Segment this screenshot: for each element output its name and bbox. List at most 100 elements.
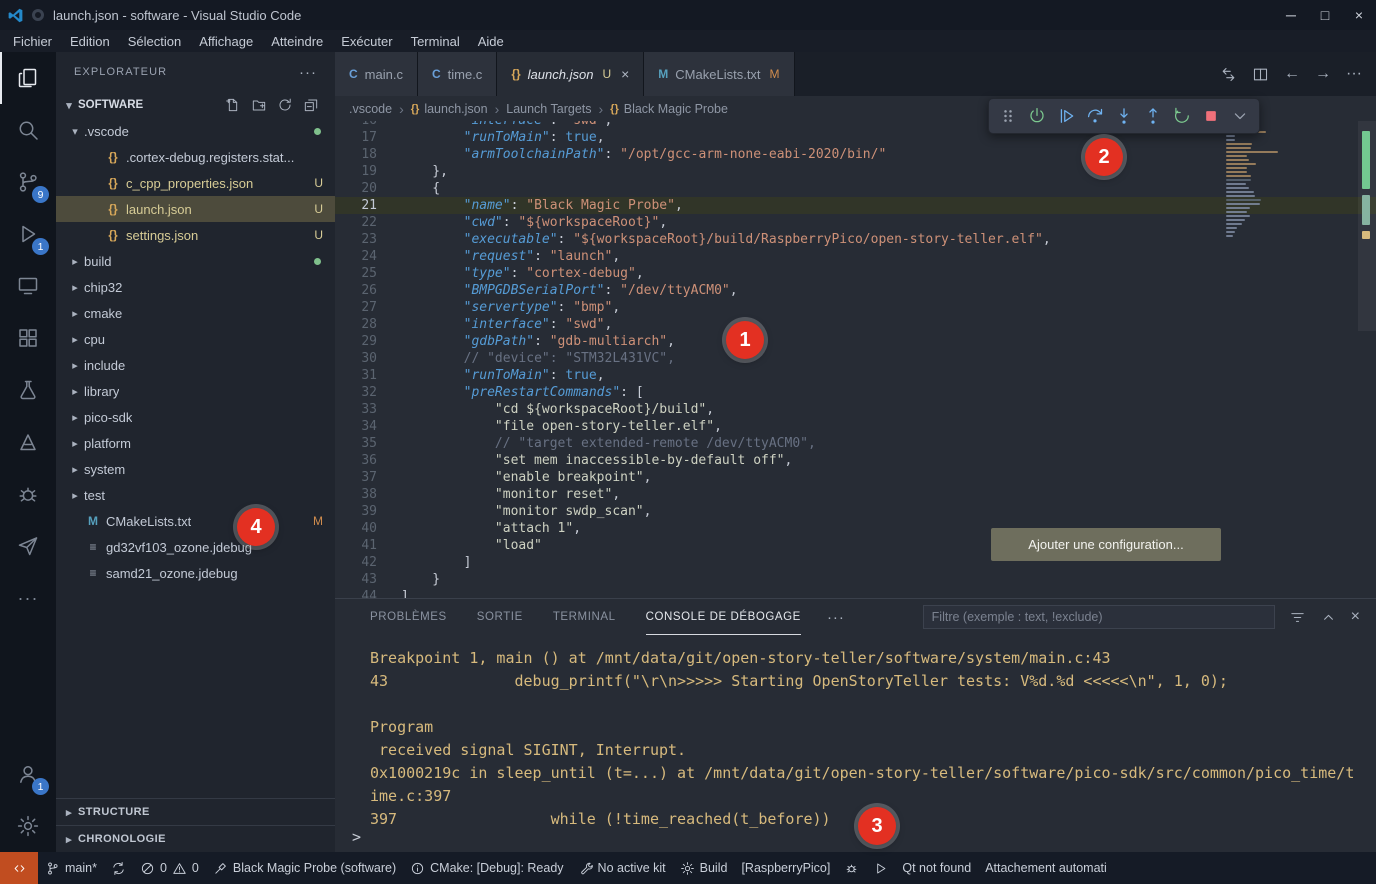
title-bar[interactable]: launch.json - software - Visual Studio C… <box>0 0 1376 30</box>
status-cmake-kit[interactable]: No active kit <box>571 852 673 884</box>
status-cmake-build[interactable]: Build <box>673 852 735 884</box>
tree-item-build[interactable]: ▸build <box>56 248 335 274</box>
reset-icon[interactable] <box>1023 102 1051 130</box>
activity-debug-alt-icon[interactable] <box>0 468 56 520</box>
panel-tab-sortie[interactable]: SORTIE <box>477 599 523 635</box>
menu-executer[interactable]: Exécuter <box>332 30 401 52</box>
console-filter-input[interactable] <box>923 605 1275 629</box>
status-remote-indicator[interactable] <box>0 852 38 884</box>
activity-testing-icon[interactable] <box>0 364 56 416</box>
status-auto-attach[interactable]: Attachement automati <box>978 852 1114 884</box>
navigate-forward-icon[interactable]: → <box>1315 65 1331 83</box>
tree-item-c-cpp-properties-json[interactable]: {}c_cpp_properties.jsonU <box>56 170 335 196</box>
tree-item-cmakelists-txt[interactable]: MCMakeLists.txtM <box>56 508 335 534</box>
more-debug-icon[interactable] <box>1226 102 1254 130</box>
restart-icon[interactable] <box>1168 102 1196 130</box>
menu-atteindre[interactable]: Atteindre <box>262 30 332 52</box>
filter-icon[interactable] <box>1289 609 1306 626</box>
status-debug-config[interactable]: Black Magic Probe (software) <box>206 852 403 884</box>
status-sync-status[interactable] <box>104 852 133 884</box>
drag-handle-icon[interactable] <box>994 102 1022 130</box>
new-file-icon[interactable] <box>225 97 241 113</box>
tree-item-test[interactable]: ▸test <box>56 482 335 508</box>
explorer-more-icon[interactable]: ··· <box>299 64 317 81</box>
tree-item-cpu[interactable]: ▸cpu <box>56 326 335 352</box>
activity-run-and-debug-icon[interactable]: 1 <box>0 208 56 260</box>
split-editor-icon[interactable] <box>1252 66 1269 83</box>
activity-search-icon[interactable] <box>0 104 56 156</box>
close-button[interactable]: × <box>1342 0 1376 30</box>
tree-item-pico-sdk[interactable]: ▸pico-sdk <box>56 404 335 430</box>
minimize-button[interactable]: ─ <box>1274 0 1308 30</box>
breadcrumb-black-magic-probe[interactable]: {}Black Magic Probe <box>610 102 728 116</box>
status-qt-status[interactable]: Qt not found <box>895 852 978 884</box>
status-launch-target[interactable] <box>866 852 895 884</box>
activity-more-views-icon[interactable]: ··· <box>0 572 56 624</box>
menu-aide[interactable]: Aide <box>469 30 513 52</box>
panel-tab-problemes[interactable]: PROBLÈMES <box>370 599 447 635</box>
tab-launch-json[interactable]: {}launch.jsonU× <box>497 52 644 96</box>
refresh-icon[interactable] <box>277 97 293 113</box>
status-cmake-variant[interactable]: [RaspberryPico] <box>734 852 837 884</box>
tree-item-system[interactable]: ▸system <box>56 456 335 482</box>
console-prompt-row[interactable]: > <box>335 828 361 850</box>
menu-terminal[interactable]: Terminal <box>402 30 469 52</box>
status-debug-target[interactable] <box>837 852 866 884</box>
step-out-icon[interactable] <box>1139 102 1167 130</box>
open-changes-icon[interactable] <box>1220 66 1237 83</box>
section-software[interactable]: ▾ SOFTWARE <box>56 92 335 118</box>
tree-item-launch-json[interactable]: {}launch.jsonU <box>56 196 335 222</box>
tree-item-library[interactable]: ▸library <box>56 378 335 404</box>
tab-main-c[interactable]: Cmain.c <box>335 52 418 96</box>
step-over-icon[interactable] <box>1081 102 1109 130</box>
activity-manage-icon[interactable] <box>0 800 56 852</box>
close-panel-icon[interactable]: × <box>1351 608 1360 626</box>
minimap[interactable] <box>1220 121 1356 598</box>
tree-item-cortex-debug-registers-stat[interactable]: {}.cortex-debug.registers.stat... <box>56 144 335 170</box>
tree-item-chip32[interactable]: ▸chip32 <box>56 274 335 300</box>
panel-tab-terminal[interactable]: TERMINAL <box>553 599 616 635</box>
menu-selection[interactable]: Sélection <box>119 30 190 52</box>
activity-remote-explorer-icon[interactable] <box>0 260 56 312</box>
activity-accounts-icon[interactable]: 1 <box>0 748 56 800</box>
menu-affichage[interactable]: Affichage <box>190 30 262 52</box>
more-actions-icon[interactable]: ··· <box>1346 65 1362 83</box>
tab-time-c[interactable]: Ctime.c <box>418 52 497 96</box>
tab-cmakelists-txt[interactable]: MCMakeLists.txtM <box>644 52 794 96</box>
panel-tab-console-de-debogage[interactable]: CONSOLE DE DÉBOGAGE <box>646 599 801 635</box>
activity-live-share-icon[interactable] <box>0 520 56 572</box>
continue-icon[interactable] <box>1052 102 1080 130</box>
maximize-panel-icon[interactable] <box>1320 609 1337 626</box>
activity-test-explorer-icon[interactable] <box>0 416 56 468</box>
activity-explorer-icon[interactable] <box>0 52 56 104</box>
menu-edition[interactable]: Edition <box>61 30 119 52</box>
breadcrumb-vscode[interactable]: .vscode <box>349 102 392 116</box>
activity-source-control-icon[interactable]: 9 <box>0 156 56 208</box>
tree-item-gd32vf103-ozone-jdebug[interactable]: ≡gd32vf103_ozone.jdebug <box>56 534 335 560</box>
tree-item-include[interactable]: ▸include <box>56 352 335 378</box>
status-cmake-status[interactable]: CMake: [Debug]: Ready <box>403 852 570 884</box>
new-folder-icon[interactable] <box>251 97 267 113</box>
section-structure[interactable]: ▸STRUCTURE <box>56 798 335 825</box>
section-chronologie[interactable]: ▸CHRONOLOGIE <box>56 825 335 852</box>
status-problems[interactable]: 00 <box>133 852 206 884</box>
breadcrumb-launch-targets[interactable]: Launch Targets <box>506 102 591 116</box>
overview-ruler[interactable] <box>1358 121 1376 598</box>
breadcrumb-launch-json[interactable]: {}launch.json <box>411 102 488 116</box>
collapse-all-icon[interactable] <box>303 97 319 113</box>
tree-item-cmake[interactable]: ▸cmake <box>56 300 335 326</box>
menu-fichier[interactable]: Fichier <box>4 30 61 52</box>
activity-extensions-icon[interactable] <box>0 312 56 364</box>
tree-item-vscode[interactable]: ▾.vscode <box>56 118 335 144</box>
add-configuration-button[interactable]: Ajouter une configuration... <box>991 528 1221 561</box>
tree-item-samd21-ozone-jdebug[interactable]: ≡samd21_ozone.jdebug <box>56 560 335 586</box>
tree-item-platform[interactable]: ▸platform <box>56 430 335 456</box>
step-into-icon[interactable] <box>1110 102 1138 130</box>
status-git-branch[interactable]: main* <box>38 852 104 884</box>
stop-icon[interactable] <box>1197 102 1225 130</box>
more-panel-tabs-icon[interactable]: ··· <box>827 609 845 626</box>
navigate-back-icon[interactable]: ← <box>1284 65 1300 83</box>
close-tab-icon[interactable]: × <box>621 66 629 82</box>
tree-item-settings-json[interactable]: {}settings.jsonU <box>56 222 335 248</box>
maximize-button[interactable]: □ <box>1308 0 1342 30</box>
